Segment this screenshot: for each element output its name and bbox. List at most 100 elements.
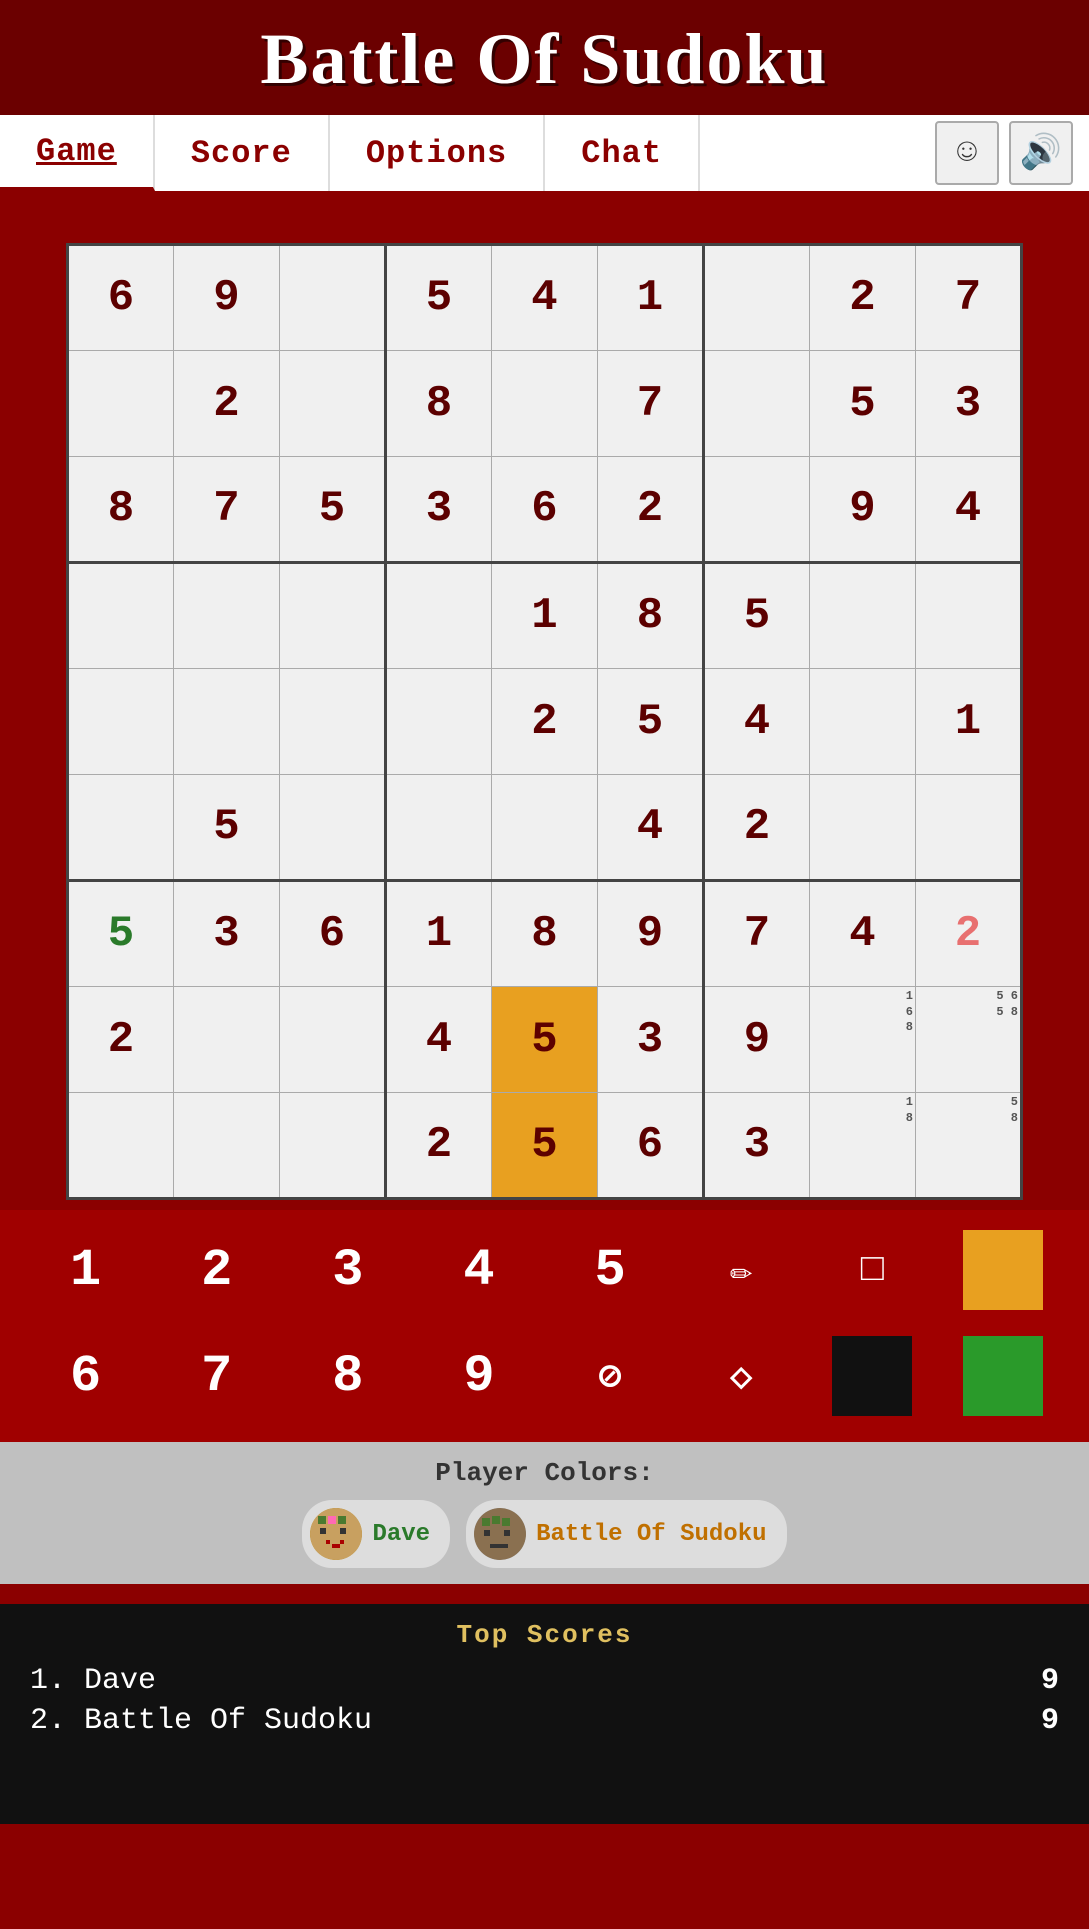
sound-button[interactable]: 🔊 [1009, 121, 1073, 185]
emoji-button[interactable]: ☺ [935, 121, 999, 185]
cell-6-6[interactable]: 7 [704, 881, 810, 987]
cell-2-7[interactable]: 9 [810, 457, 916, 563]
cell-3-6[interactable]: 5 [704, 563, 810, 669]
cell-4-1[interactable] [174, 669, 280, 775]
cell-8-2[interactable] [280, 1093, 386, 1199]
cell-0-0[interactable]: 6 [68, 245, 174, 351]
cell-1-5[interactable]: 7 [598, 351, 704, 457]
pad-6[interactable]: 6 [26, 1326, 146, 1426]
pad-8[interactable]: 8 [288, 1326, 408, 1426]
cell-8-7[interactable]: 18 [810, 1093, 916, 1199]
cell-7-0[interactable]: 2 [68, 987, 174, 1093]
cell-8-1[interactable] [174, 1093, 280, 1199]
cell-5-6[interactable]: 2 [704, 775, 810, 881]
cell-3-0[interactable] [68, 563, 174, 669]
erase-button[interactable]: ⊘ [550, 1326, 670, 1426]
cell-7-5[interactable]: 3 [598, 987, 704, 1093]
cell-1-6[interactable] [704, 351, 810, 457]
cell-4-2[interactable] [280, 669, 386, 775]
cell-3-1[interactable] [174, 563, 280, 669]
cell-7-3[interactable]: 4 [386, 987, 492, 1093]
cell-1-2[interactable] [280, 351, 386, 457]
pad-7[interactable]: 7 [157, 1326, 277, 1426]
cell-2-8[interactable]: 4 [916, 457, 1022, 563]
cell-6-4[interactable]: 8 [492, 881, 598, 987]
cell-8-6[interactable]: 3 [704, 1093, 810, 1199]
cell-3-2[interactable] [280, 563, 386, 669]
cell-6-5[interactable]: 9 [598, 881, 704, 987]
cell-3-8[interactable] [916, 563, 1022, 669]
cell-5-3[interactable] [386, 775, 492, 881]
tab-options[interactable]: Options [330, 115, 545, 191]
cell-8-3[interactable]: 2 [386, 1093, 492, 1199]
cell-1-0[interactable] [68, 351, 174, 457]
cell-6-1[interactable]: 3 [174, 881, 280, 987]
fill-button[interactable]: ◇ [681, 1326, 801, 1426]
cell-6-0[interactable]: 5 [68, 881, 174, 987]
cell-4-7[interactable] [810, 669, 916, 775]
cell-2-5[interactable]: 2 [598, 457, 704, 563]
cell-7-4[interactable]: 5 [492, 987, 598, 1093]
cell-0-1[interactable]: 9 [174, 245, 280, 351]
pad-3[interactable]: 3 [288, 1220, 408, 1320]
cell-7-8[interactable]: 5 65 8 [916, 987, 1022, 1093]
cell-4-8[interactable]: 1 [916, 669, 1022, 775]
cell-0-6[interactable] [704, 245, 810, 351]
cell-0-3[interactable]: 5 [386, 245, 492, 351]
cell-8-4[interactable]: 5 [492, 1093, 598, 1199]
square-button[interactable]: □ [812, 1220, 932, 1320]
cell-7-7[interactable]: 1 68 [810, 987, 916, 1093]
cell-7-6[interactable]: 9 [704, 987, 810, 1093]
cell-2-2[interactable]: 5 [280, 457, 386, 563]
cell-4-5[interactable]: 5 [598, 669, 704, 775]
cell-2-6[interactable] [704, 457, 810, 563]
cell-5-5[interactable]: 4 [598, 775, 704, 881]
cell-5-8[interactable] [916, 775, 1022, 881]
tab-score[interactable]: Score [155, 115, 330, 191]
green-swatch-button[interactable] [943, 1326, 1063, 1426]
cell-6-7[interactable]: 4 [810, 881, 916, 987]
cell-2-4[interactable]: 6 [492, 457, 598, 563]
cell-7-2[interactable] [280, 987, 386, 1093]
cell-2-3[interactable]: 3 [386, 457, 492, 563]
pencil-button[interactable]: ✏ [681, 1220, 801, 1320]
cell-8-5[interactable]: 6 [598, 1093, 704, 1199]
pad-2[interactable]: 2 [157, 1220, 277, 1320]
cell-1-1[interactable]: 2 [174, 351, 280, 457]
cell-5-2[interactable] [280, 775, 386, 881]
cell-8-8[interactable]: 58 [916, 1093, 1022, 1199]
cell-5-1[interactable]: 5 [174, 775, 280, 881]
cell-4-4[interactable]: 2 [492, 669, 598, 775]
pad-1[interactable]: 1 [26, 1220, 146, 1320]
cell-6-2[interactable]: 6 [280, 881, 386, 987]
cell-4-3[interactable] [386, 669, 492, 775]
pad-4[interactable]: 4 [419, 1220, 539, 1320]
cell-0-2[interactable] [280, 245, 386, 351]
cell-0-4[interactable]: 4 [492, 245, 598, 351]
cell-1-4[interactable] [492, 351, 598, 457]
orange-swatch-button[interactable] [943, 1220, 1063, 1320]
cell-1-7[interactable]: 5 [810, 351, 916, 457]
cell-6-3[interactable]: 1 [386, 881, 492, 987]
cell-3-7[interactable] [810, 563, 916, 669]
pad-9[interactable]: 9 [419, 1326, 539, 1426]
cell-1-3[interactable]: 8 [386, 351, 492, 457]
cell-5-7[interactable] [810, 775, 916, 881]
cell-3-3[interactable] [386, 563, 492, 669]
tab-chat[interactable]: Chat [545, 115, 700, 191]
cell-7-1[interactable] [174, 987, 280, 1093]
cell-2-1[interactable]: 7 [174, 457, 280, 563]
cell-8-0[interactable] [68, 1093, 174, 1199]
cell-5-0[interactable] [68, 775, 174, 881]
cell-5-4[interactable] [492, 775, 598, 881]
pad-5[interactable]: 5 [550, 1220, 670, 1320]
cell-4-0[interactable] [68, 669, 174, 775]
cell-2-0[interactable]: 8 [68, 457, 174, 563]
tab-game[interactable]: Game [0, 115, 155, 191]
cell-3-5[interactable]: 8 [598, 563, 704, 669]
cell-0-5[interactable]: 1 [598, 245, 704, 351]
cell-6-8[interactable]: 2 [916, 881, 1022, 987]
cell-4-6[interactable]: 4 [704, 669, 810, 775]
cell-3-4[interactable]: 1 [492, 563, 598, 669]
black-swatch-button[interactable] [812, 1326, 932, 1426]
